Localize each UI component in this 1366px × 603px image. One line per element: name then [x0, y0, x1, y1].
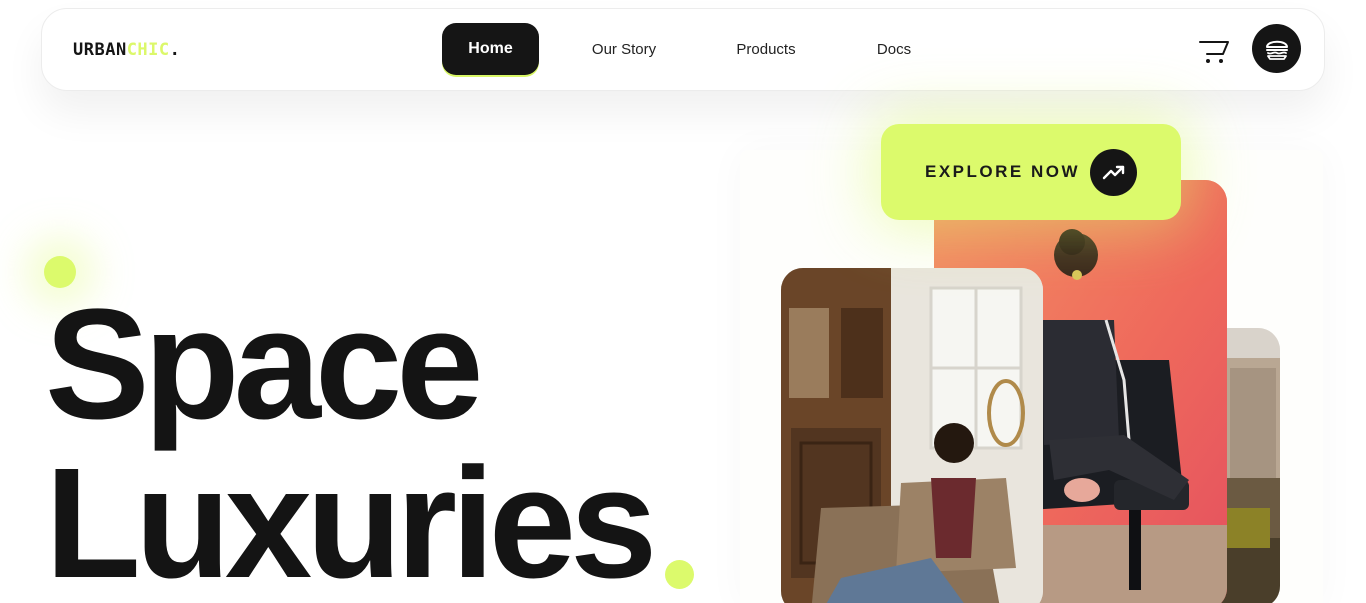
nav-our-story-link[interactable]: Our Story — [577, 23, 671, 75]
brand-logo[interactable]: URBAN CHIC . — [73, 40, 180, 60]
cart-button[interactable] — [1197, 36, 1231, 66]
top-navbar: URBAN CHIC . Home Our Story Products Doc… — [41, 8, 1325, 91]
accent-dot-end — [665, 560, 694, 589]
explore-now-button[interactable]: EXPLORE NOW — [881, 124, 1181, 220]
nav-home-link[interactable]: Home — [442, 23, 539, 75]
burger-icon — [1265, 40, 1288, 60]
brand-logo-part-1: URBAN — [73, 40, 127, 60]
brand-logo-part-3: . — [169, 40, 181, 60]
trending-up-icon — [1102, 165, 1124, 180]
nav-docs-link[interactable]: Docs — [864, 23, 924, 75]
explore-icon-circle — [1090, 148, 1137, 196]
photo-woman-antique-room — [781, 268, 1043, 603]
hero-heading-line-2: Luxuries — [45, 436, 657, 603]
brand-logo-part-2: CHIC — [126, 40, 170, 60]
hero-heading-line-1: Space — [45, 277, 484, 452]
cart-icon — [1199, 41, 1229, 63]
menu-button[interactable] — [1252, 24, 1301, 73]
hero-heading: Space Luxuries — [45, 277, 657, 603]
nav-products-link[interactable]: Products — [723, 23, 809, 75]
photo-woman-antique-room-art — [781, 268, 1043, 603]
explore-now-label: EXPLORE NOW — [924, 162, 1080, 181]
